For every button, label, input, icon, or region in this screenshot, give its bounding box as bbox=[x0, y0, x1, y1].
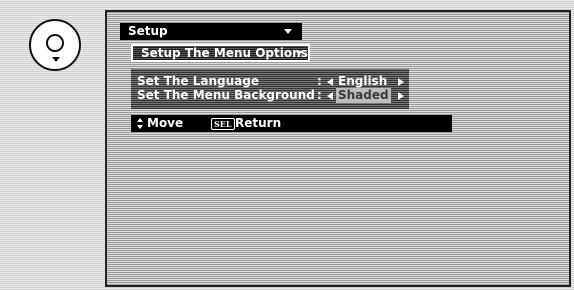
arrow-right-icon[interactable] bbox=[398, 92, 404, 100]
move-hint-label: Move bbox=[147, 116, 184, 130]
option-value: Shaded bbox=[336, 88, 391, 103]
return-hint-label: Return bbox=[235, 116, 282, 130]
tv-screen: Setup Setup The Menu Options Set The Lan… bbox=[105, 10, 571, 287]
option-label: Set The Menu Background bbox=[137, 88, 315, 102]
chevron-down-icon bbox=[284, 29, 292, 34]
remote-dial-center bbox=[46, 34, 64, 52]
submenu-tab[interactable]: Setup The Menu Options bbox=[131, 44, 310, 62]
arrow-down-icon bbox=[137, 125, 143, 129]
setup-menu-title: Setup bbox=[128, 24, 168, 38]
sel-key-icon: SEL bbox=[211, 118, 235, 130]
arrow-left-icon[interactable] bbox=[327, 78, 333, 86]
options-panel: Set The Language : English Set The Menu … bbox=[131, 69, 409, 109]
remote-dial-down-arrow-icon bbox=[52, 57, 60, 62]
submenu-title: Setup The Menu Options bbox=[141, 46, 308, 60]
setup-menu-bar[interactable]: Setup bbox=[120, 23, 302, 40]
navigation-hint-bar: Move SEL Return bbox=[131, 115, 452, 132]
chevron-down-icon bbox=[296, 51, 302, 56]
remote-dial-icon bbox=[29, 19, 81, 71]
arrow-left-icon[interactable] bbox=[327, 92, 333, 100]
option-label: Set The Language bbox=[137, 74, 259, 88]
option-value: English bbox=[338, 74, 388, 88]
arrow-right-icon[interactable] bbox=[398, 78, 404, 86]
option-separator: : bbox=[317, 74, 322, 88]
arrow-up-icon bbox=[137, 118, 143, 122]
up-down-arrows-icon bbox=[137, 118, 145, 130]
option-separator: : bbox=[317, 88, 322, 102]
